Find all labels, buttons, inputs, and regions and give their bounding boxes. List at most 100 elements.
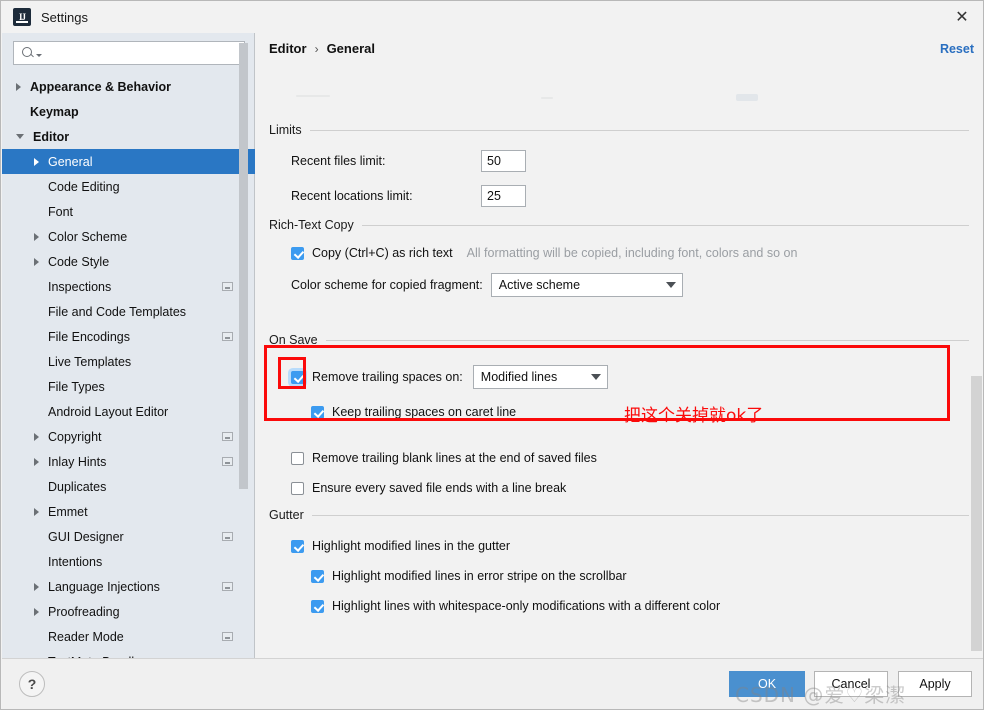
settings-tree[interactable]: Appearance & Behavior Keymap Editor General… — [2, 74, 255, 658]
annotation-highlight-box — [264, 345, 950, 421]
section-rich-text-copy-title: Rich-Text Copy — [269, 218, 354, 232]
sidebar-item-label: Reader Mode — [48, 629, 124, 644]
sidebar-item-label: Code Style — [48, 254, 110, 269]
sidebar-item-color-scheme[interactable]: Color Scheme — [2, 224, 255, 249]
highlight-modified-lines-checkbox[interactable] — [291, 539, 304, 553]
sidebar-item-live-templates[interactable]: Live Templates — [2, 349, 255, 374]
breadcrumb-root[interactable]: Editor — [269, 41, 307, 56]
ensure-line-break-checkbox[interactable] — [291, 481, 304, 495]
settings-dialog: IJ Settings ✕ Appearance & Behavior Keyma… — [0, 0, 984, 710]
sidebar-item-label: Appearance & Behavior — [30, 79, 172, 94]
sidebar-scrollbar-track[interactable] — [239, 33, 251, 617]
title-bar: IJ Settings ✕ — [1, 1, 983, 33]
chevron-right-icon[interactable] — [34, 232, 39, 241]
chevron-right-icon[interactable] — [34, 607, 39, 616]
section-limits: Limits Recent files limit: Recent locati… — [269, 123, 969, 207]
sidebar-item-file-encodings[interactable]: File Encodings — [2, 324, 255, 349]
highlight-whitespace-checkbox[interactable] — [311, 599, 324, 613]
sidebar-item-label: File Encodings — [48, 329, 130, 344]
help-button[interactable]: ? — [19, 671, 45, 697]
breadcrumb-leaf: General — [326, 41, 375, 56]
sidebar-item-code-editing[interactable]: Code Editing — [2, 174, 255, 199]
sidebar-item-reader-mode[interactable]: Reader Mode — [2, 624, 255, 649]
sidebar-item-label: General — [48, 154, 93, 169]
section-limits-header: Limits — [269, 123, 969, 137]
highlight-error-stripe-label: Highlight modified lines in error stripe… — [332, 569, 627, 583]
chevron-right-icon[interactable] — [34, 257, 39, 266]
sidebar-item-label: Intentions — [48, 554, 103, 569]
color-scheme-label: Color scheme for copied fragment: — [291, 278, 483, 292]
chevron-down-icon — [665, 282, 676, 288]
chevron-right-icon: › — [314, 41, 319, 56]
settings-sidebar: Appearance & Behavior Keymap Editor General… — [2, 33, 255, 658]
highlight-whitespace-row[interactable]: Highlight lines with whitespace-only mod… — [311, 599, 969, 613]
sidebar-item-font[interactable]: Font — [2, 199, 255, 224]
annotation-text: 把这个关掉就ok了 — [624, 406, 764, 426]
sidebar-item-editor[interactable]: Editor — [2, 124, 255, 149]
sidebar-item-file-types[interactable]: File Types — [2, 374, 255, 399]
sidebar-item-keymap[interactable]: Keymap — [2, 99, 255, 124]
sidebar-item-android-layout-editor[interactable]: Android Layout Editor — [2, 399, 255, 424]
section-gutter-title: Gutter — [269, 508, 304, 522]
content-scrollbar-thumb[interactable] — [971, 376, 982, 651]
sidebar-item-copyright[interactable]: Copyright — [2, 424, 255, 449]
sidebar-item-duplicates[interactable]: Duplicates — [2, 474, 255, 499]
recent-files-limit-input[interactable] — [481, 150, 526, 172]
color-scheme-dropdown[interactable]: Active scheme — [490, 273, 683, 297]
annotation-checkbox-box — [278, 357, 306, 389]
sidebar-item-label: Code Editing — [48, 179, 120, 194]
search-icon — [21, 46, 35, 60]
sidebar-item-label: Language Injections — [48, 579, 160, 594]
ensure-line-break-row[interactable]: Ensure every saved file ends with a line… — [291, 481, 969, 495]
reset-link[interactable]: Reset — [940, 42, 974, 56]
highlight-error-stripe-row[interactable]: Highlight modified lines in error stripe… — [311, 569, 969, 583]
copy-as-rich-text-row[interactable]: Copy (Ctrl+C) as rich text All formattin… — [291, 246, 969, 260]
sidebar-item-emmet[interactable]: Emmet — [2, 499, 255, 524]
copy-as-rich-text-checkbox[interactable] — [291, 246, 304, 260]
sidebar-item-general[interactable]: General — [2, 149, 255, 174]
recent-locations-limit-input[interactable] — [481, 185, 526, 207]
sidebar-item-textmate-bundles[interactable]: TextMate Bundles — [2, 649, 255, 659]
sidebar-item-code-style[interactable]: Code Style — [2, 249, 255, 274]
project-scope-icon — [222, 632, 233, 641]
ensure-line-break-label: Ensure every saved file ends with a line… — [312, 481, 567, 495]
chevron-down-icon[interactable] — [16, 134, 24, 139]
recent-files-limit-label: Recent files limit: — [291, 154, 386, 168]
highlight-modified-lines-label: Highlight modified lines in the gutter — [312, 539, 511, 553]
breadcrumb: Editor › General — [269, 41, 375, 56]
highlight-modified-lines-row[interactable]: Highlight modified lines in the gutter — [291, 539, 969, 553]
chevron-right-icon[interactable] — [34, 432, 39, 441]
sidebar-item-label: Emmet — [48, 504, 88, 519]
apply-button[interactable]: Apply — [898, 671, 972, 697]
search-input[interactable] — [46, 45, 244, 61]
search-dropdown-caret-icon[interactable] — [36, 53, 42, 57]
sidebar-scrollbar-thumb[interactable] — [239, 43, 248, 489]
chevron-right-icon[interactable] — [16, 82, 21, 91]
close-icon[interactable]: ✕ — [939, 1, 983, 33]
chevron-right-icon[interactable] — [34, 582, 39, 591]
remove-trailing-blank-lines-checkbox[interactable] — [291, 451, 304, 465]
sidebar-item-label: Editor — [33, 129, 70, 144]
highlight-error-stripe-checkbox[interactable] — [311, 569, 324, 583]
remove-trailing-blank-lines-row[interactable]: Remove trailing blank lines at the end o… — [291, 451, 969, 465]
sidebar-item-intentions[interactable]: Intentions — [2, 549, 255, 574]
divider-line — [309, 129, 969, 131]
sidebar-item-file-and-code-templates[interactable]: File and Code Templates — [2, 299, 255, 324]
sidebar-item-label: Live Templates — [48, 354, 132, 369]
sidebar-item-language-injections[interactable]: Language Injections — [2, 574, 255, 599]
chevron-right-icon[interactable] — [34, 157, 39, 166]
sidebar-item-appearance-behavior[interactable]: Appearance & Behavior — [2, 74, 255, 99]
sidebar-item-label: Font — [48, 204, 74, 219]
remove-trailing-blank-lines-label: Remove trailing blank lines at the end o… — [312, 451, 597, 465]
search-box[interactable] — [13, 41, 245, 65]
sidebar-item-proofreading[interactable]: Proofreading — [2, 599, 255, 624]
chevron-right-icon[interactable] — [34, 457, 39, 466]
sidebar-item-inlay-hints[interactable]: Inlay Hints — [2, 449, 255, 474]
sidebar-item-gui-designer[interactable]: GUI Designer — [2, 524, 255, 549]
sidebar-item-inspections[interactable]: Inspections — [2, 274, 255, 299]
window-title: Settings — [41, 9, 88, 25]
scrolled-partial-row — [296, 88, 916, 104]
sidebar-item-label: File and Code Templates — [48, 304, 187, 319]
sidebar-item-label: Keymap — [30, 104, 79, 119]
chevron-right-icon[interactable] — [34, 507, 39, 516]
